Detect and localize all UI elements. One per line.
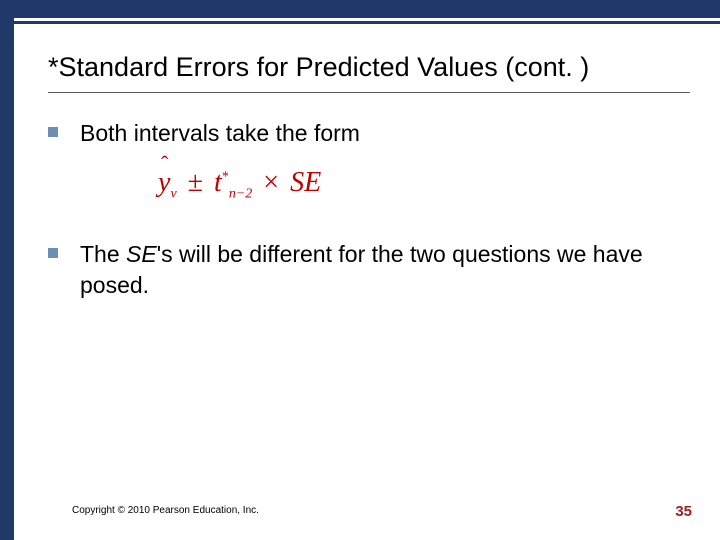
- formula-star: *: [222, 170, 229, 185]
- top-bar-line: [0, 21, 720, 24]
- bullet-2-pre: The: [80, 241, 126, 267]
- formula-yhat: y: [158, 167, 170, 199]
- bullet-icon: [48, 127, 58, 137]
- left-bar: [0, 0, 14, 540]
- formula-times: ×: [259, 167, 283, 198]
- bullet-2-text: The SE's will be different for the two q…: [80, 239, 680, 301]
- formula-pm: ±: [184, 167, 207, 198]
- bullet-2: The SE's will be different for the two q…: [48, 239, 680, 301]
- formula-sub-n: n−2: [229, 187, 252, 202]
- formula-t: t: [214, 167, 222, 198]
- page-number: 35: [675, 503, 692, 520]
- bullet-2-se: SE: [126, 241, 157, 267]
- title-underline: [48, 92, 690, 93]
- top-bar: [0, 0, 720, 20]
- copyright: Copyright © 2010 Pearson Education, Inc.: [72, 505, 259, 516]
- slide-title: *Standard Errors for Predicted Values (c…: [48, 52, 690, 83]
- bullet-1: Both intervals take the form: [48, 118, 680, 149]
- formula-sub-v: v: [170, 187, 176, 202]
- bullet-icon: [48, 248, 58, 258]
- formula-se: SE: [290, 167, 321, 198]
- slide: *Standard Errors for Predicted Values (c…: [0, 0, 720, 540]
- slide-body: Both intervals take the form yv ± t*n−2 …: [48, 118, 680, 319]
- bullet-1-text: Both intervals take the form: [80, 118, 360, 149]
- bullet-2-post: 's will be different for the two questio…: [80, 241, 643, 298]
- formula: yv ± t*n−2 × SE: [158, 167, 680, 203]
